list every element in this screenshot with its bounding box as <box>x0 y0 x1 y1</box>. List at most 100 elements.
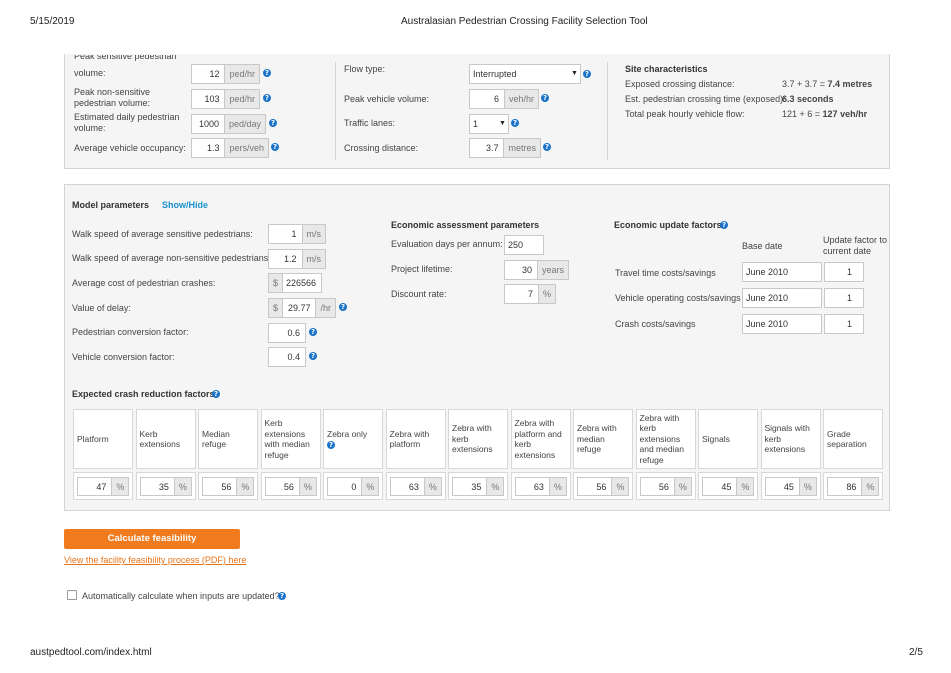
crash-value-cell: 63% <box>385 472 446 500</box>
crossing-distance-input[interactable]: 3.7 metres <box>469 138 541 158</box>
crash-factor-input[interactable]: 63% <box>514 477 567 496</box>
crash-value-cell: 86% <box>823 472 884 500</box>
traffic-lanes-label: Traffic lanes: <box>344 118 396 128</box>
crash-column-header: Signals with kerb extensions <box>760 409 821 469</box>
crash-value-cell: 45% <box>760 472 821 500</box>
peak-vehicle-label: Peak vehicle volume: <box>344 94 430 104</box>
chevron-down-icon: ▼ <box>499 120 506 127</box>
discount-rate-input[interactable]: 7 % <box>504 284 556 304</box>
crash-costs-date-input[interactable]: June 2010 <box>742 314 822 334</box>
auto-calculate-checkbox[interactable] <box>67 590 77 600</box>
vehicle-operating-factor-input[interactable]: 1 <box>824 288 864 308</box>
crash-factor-input[interactable]: 45% <box>764 477 817 496</box>
crash-column-header: Kerb extensions with median refuge <box>260 409 321 469</box>
crash-factor-input[interactable]: 35% <box>452 477 505 496</box>
crash-factor-input[interactable]: 45% <box>702 477 755 496</box>
crash-column-header: Grade separation <box>823 409 884 469</box>
crash-column-label: Kerb extensions with median refuge <box>264 418 310 460</box>
veh-conversion-label: Vehicle conversion factor: <box>72 352 175 362</box>
help-icon[interactable]: ? <box>511 119 519 127</box>
crash-factor-input[interactable]: 47% <box>77 477 130 496</box>
crash-title: Expected crash reduction factors <box>72 389 215 399</box>
veh-conversion-input[interactable]: 0.4 <box>268 347 306 367</box>
crash-factor-input[interactable]: 0% <box>327 477 380 496</box>
help-icon[interactable]: ? <box>212 390 220 398</box>
help-icon[interactable]: ? <box>309 328 317 336</box>
evaluation-days-label: Evaluation days per annum: <box>391 239 503 249</box>
calculate-feasibility-button[interactable]: Calculate feasibility <box>64 529 240 549</box>
chevron-down-icon: ▼ <box>571 70 578 77</box>
crash-column-label: Kerb extensions <box>139 428 181 450</box>
show-hide-toggle[interactable]: Show/Hide <box>162 200 208 210</box>
flow-type-select[interactable]: Interrupted <box>469 64 581 84</box>
help-icon[interactable]: ? <box>543 143 551 151</box>
crash-costs-factor-input[interactable]: 1 <box>824 314 864 334</box>
crash-value-cell: 35% <box>135 472 196 500</box>
crash-cost-label: Average cost of pedestrian crashes: <box>72 278 216 288</box>
crash-column-header: Kerb extensions <box>135 409 196 469</box>
model-title: Model parameters <box>72 200 150 210</box>
peak-nonsensitive-input[interactable]: 103 ped/hr <box>191 89 260 109</box>
value-of-delay-input[interactable]: $ 29.77 /hr <box>268 298 336 318</box>
crash-column-label: Zebra only <box>327 428 368 439</box>
site-title: Site characteristics <box>625 64 708 74</box>
ped-conversion-input[interactable]: 0.6 <box>268 323 306 343</box>
project-lifetime-input[interactable]: 30 years <box>504 260 569 280</box>
crash-factor-input[interactable]: 86% <box>827 477 880 496</box>
crash-factor-input[interactable]: 56% <box>264 477 317 496</box>
help-icon[interactable]: ? <box>263 94 271 102</box>
ped-conversion-label: Pedestrian conversion factor: <box>72 327 189 337</box>
peak-vehicle-input[interactable]: 6 veh/hr <box>469 89 539 109</box>
walk-sensitive-input[interactable]: 1 m/s <box>268 224 326 244</box>
crash-factor-input[interactable]: 56% <box>577 477 630 496</box>
flow-type-label: Flow type: <box>344 64 386 74</box>
help-icon[interactable]: ? <box>271 143 279 151</box>
value-of-delay-label: Value of delay: <box>72 303 131 313</box>
crash-factor-input[interactable]: 63% <box>389 477 442 496</box>
help-icon[interactable]: ? <box>583 70 591 78</box>
vehicle-occupancy-input[interactable]: 1.3 pers/veh <box>191 138 269 158</box>
help-icon[interactable]: ? <box>269 119 277 127</box>
evaluation-days-input[interactable]: 250 <box>504 235 544 255</box>
crash-column-label: Zebra with platform <box>389 428 430 450</box>
travel-time-factor-input[interactable]: 1 <box>824 262 864 282</box>
walk-nonsensitive-input[interactable]: 1.2 m/s <box>268 249 326 269</box>
help-icon[interactable]: ? <box>263 69 271 77</box>
crash-column-label: Zebra with platform and kerb extensions <box>514 418 562 460</box>
vehicle-operating-date-input[interactable]: June 2010 <box>742 288 822 308</box>
walk-nonsensitive-label: Walk speed of average non-sensitive pede… <box>72 253 271 263</box>
peak-sensitive-label: volume: <box>74 68 106 78</box>
pdf-link[interactable]: View the facility feasibility process (P… <box>64 555 246 565</box>
crash-factor-input[interactable]: 35% <box>139 477 192 496</box>
daily-pedestrian-input[interactable]: 1000 ped/day <box>191 114 266 134</box>
crash-column-header: Zebra with platform and kerb extensions <box>510 409 571 469</box>
crash-factor-input[interactable]: 56% <box>639 477 692 496</box>
exposed-distance-value: 3.7 + 3.7 = 7.4 metres <box>782 79 873 89</box>
daily-pedestrian-label: Estimated daily pedestrian volume: <box>74 112 180 133</box>
print-page-number: 2/5 <box>909 647 923 658</box>
crash-factor-input[interactable]: 56% <box>202 477 255 496</box>
exposed-distance-label: Exposed crossing distance: <box>625 79 735 89</box>
crash-value-cell: 45% <box>698 472 759 500</box>
peak-sensitive-input[interactable]: 12 ped/hr <box>191 64 260 84</box>
print-date: 5/15/2019 <box>30 16 75 27</box>
help-icon[interactable]: ? <box>309 352 317 360</box>
crash-value-cell: 56% <box>198 472 259 500</box>
crossing-time-value: 6.3 seconds <box>782 94 834 104</box>
crash-value-cell: 47% <box>73 472 134 500</box>
help-icon[interactable]: ? <box>541 94 549 102</box>
help-icon[interactable]: ? <box>720 221 728 229</box>
project-lifetime-label: Project lifetime: <box>391 264 453 274</box>
help-icon[interactable]: ? <box>339 303 347 311</box>
crash-cost-input[interactable]: $ 226566 <box>268 273 322 293</box>
update-factor-header: Update factor to current date <box>823 235 888 256</box>
crash-column-label: Zebra with kerb extensions and median re… <box>639 412 684 465</box>
vehicle-flow-value: 121 + 6 = 127 veh/hr <box>782 109 868 119</box>
crash-column-label: Platform <box>77 433 109 444</box>
travel-time-date-input[interactable]: June 2010 <box>742 262 822 282</box>
crash-column-header: Zebra only? <box>323 409 384 469</box>
crash-column-label: Signals <box>702 433 730 444</box>
help-icon[interactable]: ? <box>327 441 335 450</box>
crash-value-cell: 56% <box>635 472 696 500</box>
help-icon[interactable]: ? <box>278 592 286 600</box>
